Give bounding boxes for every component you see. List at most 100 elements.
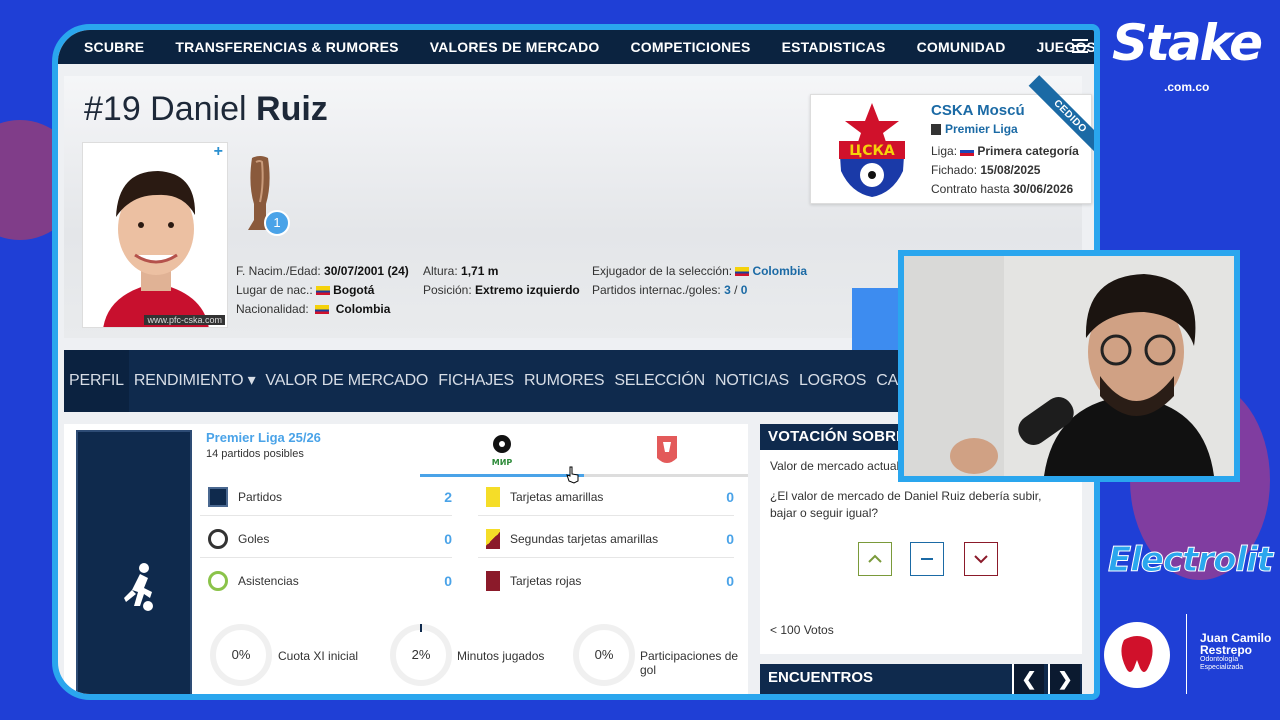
player-portrait	[83, 143, 227, 327]
premier-liga-logo-icon[interactable]: МИР	[490, 434, 514, 468]
league-link[interactable]: Premier Liga	[945, 122, 1018, 136]
player-photo[interactable]: + www.pfc-cska.com	[82, 142, 228, 328]
stat-row-amarillas[interactable]: Tarjetas amarillas 0	[478, 478, 734, 516]
ring-label: Participaciones de gol	[640, 649, 739, 677]
player-running-icon	[124, 563, 153, 611]
intl-label: Partidos internac./goles:	[592, 283, 721, 297]
vote-down-button[interactable]	[964, 542, 998, 576]
colombia-flag-icon	[316, 286, 331, 296]
stat-row-partidos[interactable]: Partidos 2	[200, 478, 452, 516]
menu-icon[interactable]	[1072, 39, 1088, 53]
stat-label: Partidos	[238, 489, 283, 504]
tab-noticias[interactable]: NOTICIAS	[710, 350, 794, 412]
prev-arrow-button[interactable]: ❮	[1012, 664, 1044, 694]
contract-label: Contrato hasta	[931, 182, 1010, 196]
birth-info: F. Nacim./Edad: 30/07/2001 (24) Lugar de…	[236, 262, 409, 319]
encuentros-title: ENCUENTROS	[768, 669, 874, 686]
minus-icon	[921, 558, 933, 560]
ring-label: Minutos jugados	[457, 649, 545, 663]
vote-up-button[interactable]	[858, 542, 892, 576]
liga-label: Liga:	[931, 144, 958, 158]
club-info: CSKA Moscú Premier Liga Liga: Primera ca…	[931, 101, 1079, 199]
vote-market-label: Valor de mercado actual	[770, 459, 900, 473]
chevron-down-icon	[974, 555, 988, 564]
tab-fichajes[interactable]: FICHAJES	[433, 350, 519, 412]
stat-value[interactable]: 0	[726, 573, 734, 589]
position-value: Extremo izquierdo	[475, 283, 580, 297]
stats-panel: Premier Liga 25/26 14 partidos posibles …	[64, 424, 748, 694]
colombia-flag-icon	[315, 305, 330, 315]
stake-logo: Stake	[1112, 14, 1263, 72]
russia-flag-icon	[960, 147, 975, 157]
encuentros-header: ENCUENTROS ❮ ❯	[760, 664, 1082, 694]
streamer-webcam	[898, 250, 1240, 482]
player-surname: Ruiz	[256, 90, 328, 128]
rpl-logo-text: МИР	[492, 458, 513, 467]
stat-value[interactable]: 0	[444, 531, 452, 547]
pitch-icon	[208, 486, 228, 507]
stats-side-panel	[76, 430, 192, 694]
tab-valor-mercado[interactable]: VALOR DE MERCADO	[260, 350, 433, 412]
vote-same-button[interactable]	[910, 542, 944, 576]
add-icon[interactable]: +	[214, 143, 223, 161]
stat-row-asistencias[interactable]: Asistencias 0	[200, 562, 452, 600]
player-name: #19 Daniel Ruiz	[84, 90, 328, 129]
tab-perfil[interactable]: PERFIL	[64, 350, 129, 412]
stat-value[interactable]: 2	[444, 489, 452, 505]
nationality-value: Colombia	[335, 302, 391, 316]
stat-label: Asistencias	[238, 574, 299, 588]
ring-minutos: 2%	[390, 624, 452, 686]
height-value: 1,71 m	[461, 264, 499, 278]
intl-matches-link[interactable]: 3	[724, 283, 731, 297]
nav-comunidad[interactable]: COMUNIDAD	[917, 39, 1006, 55]
vote-question: ¿El valor de mercado de Daniel Ruiz debe…	[770, 489, 1042, 520]
national-team-link[interactable]: Colombia	[752, 264, 807, 278]
tab-seleccion[interactable]: SELECCIÓN	[609, 350, 710, 412]
sponsor-name: Juan Camilo Restrepo	[1200, 631, 1272, 657]
dental-logo-icon	[1104, 622, 1170, 688]
next-arrow-button[interactable]: ❯	[1048, 664, 1080, 694]
intl-goals-link[interactable]: 0	[741, 283, 748, 297]
ring-label: Cuota XI inicial	[278, 649, 359, 663]
physical-info: Altura: 1,71 m Posición: Extremo izquier…	[423, 262, 580, 300]
stat-row-goles[interactable]: Goles 0	[200, 520, 452, 558]
sponsor-text: Juan Camilo Restrepo Odontología Especia…	[1200, 632, 1276, 672]
tab-logros[interactable]: LOGROS	[794, 350, 871, 412]
league-icon	[931, 124, 941, 136]
club-crest-text: ЦСКА	[849, 143, 895, 159]
liga-value: Primera categoría	[977, 144, 1079, 158]
colombia-flag-icon	[735, 267, 750, 277]
russian-cup-logo-icon[interactable]	[654, 434, 680, 468]
national-label: Exjugador de la selección:	[592, 264, 733, 278]
stat-row-segundas-amarillas[interactable]: Segundas tarjetas amarillas 0	[478, 520, 734, 558]
stat-label: Tarjetas rojas	[510, 574, 582, 588]
nav-transferencias[interactable]: TRANSFERENCIAS & RUMORES	[175, 39, 398, 55]
ring-participaciones: 0%	[573, 624, 635, 686]
nav-valores[interactable]: VALORES DE MERCADO	[430, 39, 600, 55]
nav-estadisticas[interactable]: ESTADISTICAS	[782, 39, 886, 55]
vote-count: < 100 Votos	[770, 623, 834, 637]
ring-progress-mark	[420, 624, 422, 632]
electrolit-logo: Electrolit	[1107, 540, 1273, 581]
nav-descubre[interactable]: SCUBRE	[84, 39, 144, 55]
contract-value: 30/06/2026	[1013, 182, 1074, 196]
stat-value[interactable]: 0	[726, 489, 734, 505]
signed-label: Fichado:	[931, 163, 978, 177]
stake-domain: .com.co	[1164, 80, 1210, 94]
stat-label: Tarjetas amarillas	[510, 489, 604, 504]
competition-link[interactable]: Premier Liga 25/26	[206, 430, 321, 445]
stat-value[interactable]: 0	[726, 531, 734, 547]
streamer-video	[904, 256, 1234, 476]
national-team-info: Exjugador de la selección: Colombia Part…	[592, 262, 807, 300]
ball-icon	[208, 528, 228, 549]
nav-competiciones[interactable]: COMPETICIONES	[631, 39, 751, 55]
place-label: Lugar de nac.:	[236, 283, 313, 297]
nationality-label: Nacionalidad:	[236, 302, 309, 316]
stat-row-rojas[interactable]: Tarjetas rojas 0	[478, 562, 734, 600]
competition-scrollbar[interactable]	[420, 474, 748, 477]
tab-rumores[interactable]: RUMORES	[519, 350, 609, 412]
tab-rendimiento[interactable]: RENDIMIENTO ▾	[129, 350, 261, 412]
scrollbar-thumb[interactable]	[420, 474, 584, 477]
club-crest-icon[interactable]: ЦСКА	[833, 101, 911, 199]
stat-value[interactable]: 0	[444, 573, 452, 589]
